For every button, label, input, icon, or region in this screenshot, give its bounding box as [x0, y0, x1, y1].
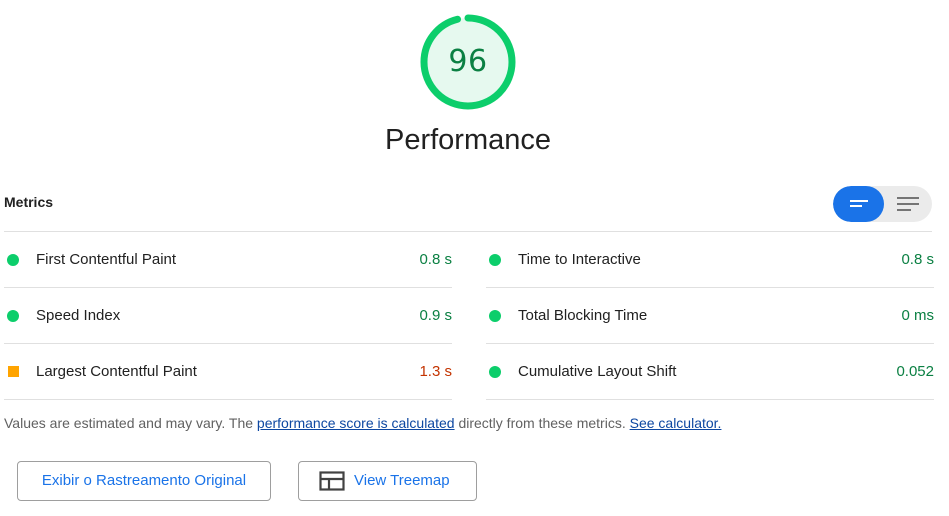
compact-list-icon — [849, 200, 868, 207]
gauge-score: 96 — [448, 44, 488, 79]
pass-circle-icon — [489, 310, 501, 322]
average-square-icon — [8, 366, 19, 377]
expanded-view-button[interactable] — [883, 186, 932, 222]
gauge-ring: 96 — [418, 12, 518, 112]
metric-value: 0.8 s — [419, 251, 452, 268]
metric-value: 0.052 — [896, 363, 934, 380]
metrics-title: Metrics — [4, 194, 54, 210]
metric-value: 0.8 s — [901, 251, 934, 268]
metric-label: First Contentful Paint — [36, 251, 177, 268]
disclaimer-text: directly from these metrics. — [454, 415, 630, 431]
metric-label: Largest Contentful Paint — [36, 363, 197, 380]
metrics-header: Metrics — [4, 186, 932, 232]
button-label: Exibir o Rastreamento Original — [41, 472, 247, 489]
view-treemap-button[interactable]: View Treemap — [298, 461, 477, 501]
metric-value: 0.9 s — [419, 307, 452, 324]
treemap-icon — [319, 471, 345, 491]
metric-row: First Contentful Paint 0.8 s — [4, 232, 452, 288]
metric-row: Cumulative Layout Shift 0.052 — [486, 344, 934, 400]
metrics-column-left: First Contentful Paint 0.8 s Speed Index… — [4, 232, 452, 400]
pass-circle-icon — [489, 366, 501, 378]
view-original-trace-button[interactable]: Exibir o Rastreamento Original — [17, 461, 271, 501]
disclaimer-text: Values are estimated and may vary. The — [4, 415, 257, 431]
compact-view-button[interactable] — [833, 186, 884, 222]
gauge-title: Performance — [384, 124, 551, 156]
metric-label: Speed Index — [36, 307, 121, 324]
pass-circle-icon — [489, 254, 501, 266]
button-label: View Treemap — [354, 472, 450, 489]
pass-circle-icon — [7, 310, 19, 322]
metric-row: Speed Index 0.9 s — [4, 288, 452, 344]
see-calculator-link[interactable]: See calculator. — [630, 415, 722, 431]
performance-score-link[interactable]: performance score is calculated — [257, 415, 455, 431]
metric-label: Cumulative Layout Shift — [518, 363, 677, 380]
metric-row: Time to Interactive 0.8 s — [486, 232, 934, 288]
metric-value: 1.3 s — [419, 363, 452, 380]
metric-value: 0 ms — [901, 307, 934, 324]
metrics-column-right: Time to Interactive 0.8 s Total Blocking… — [486, 232, 934, 400]
metric-label: Total Blocking Time — [518, 307, 648, 324]
metrics-disclaimer: Values are estimated and may vary. The p… — [4, 415, 721, 431]
pass-circle-icon — [7, 254, 19, 266]
metric-row: Largest Contentful Paint 1.3 s — [4, 344, 452, 400]
metric-label: Time to Interactive — [518, 251, 641, 268]
expanded-list-icon — [897, 197, 919, 211]
metric-row: Total Blocking Time 0 ms — [486, 288, 934, 344]
metrics-view-toggle — [833, 186, 932, 222]
